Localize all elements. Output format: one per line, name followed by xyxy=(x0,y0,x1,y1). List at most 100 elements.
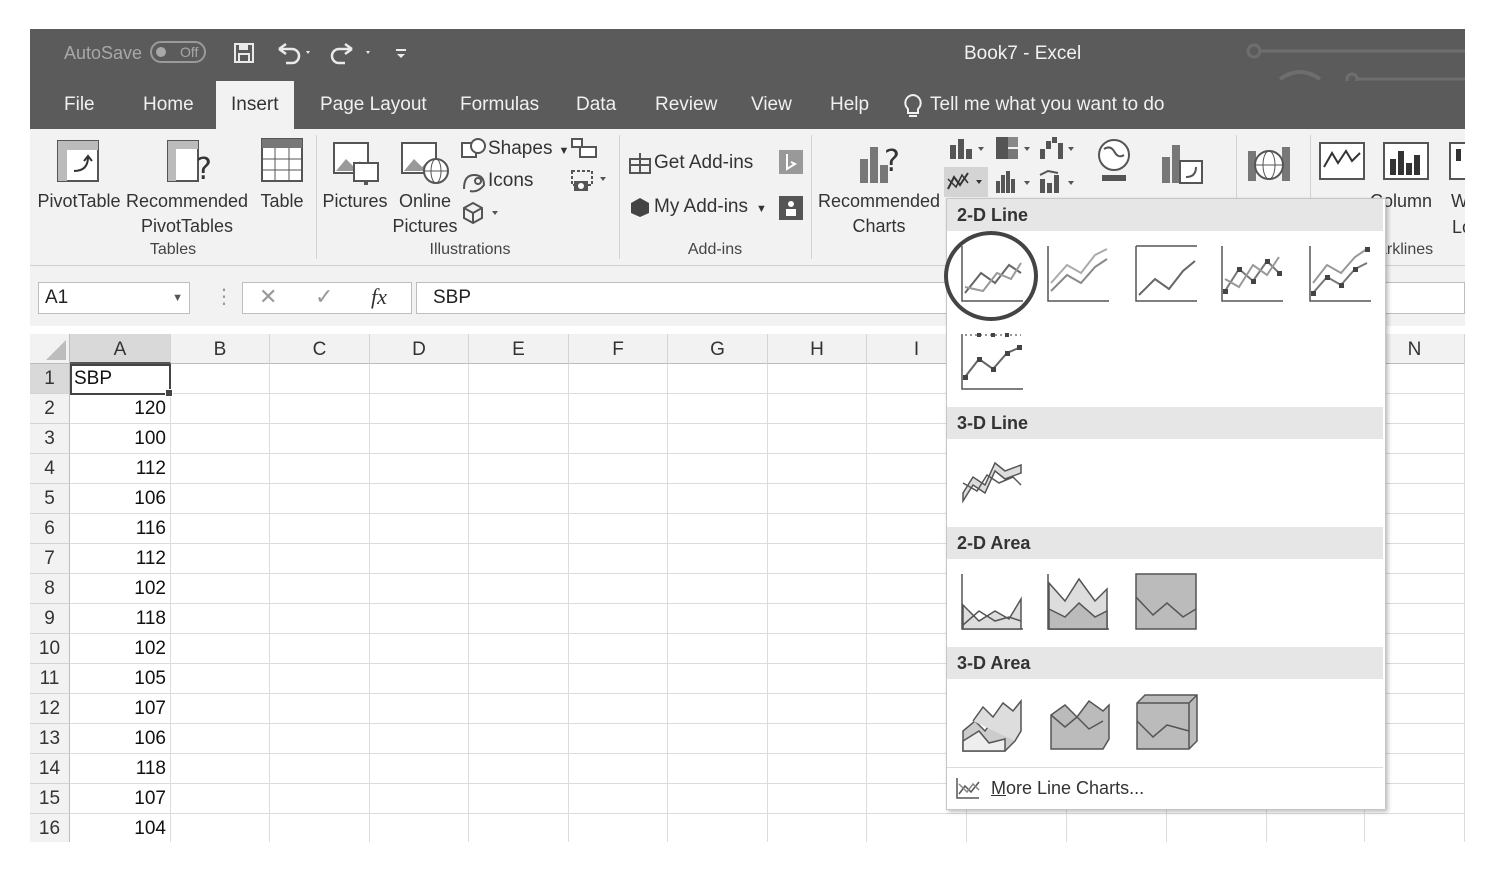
icons-button[interactable]: Icons xyxy=(488,169,533,193)
grid-cell[interactable] xyxy=(569,544,668,574)
row-header[interactable]: 15 xyxy=(30,784,70,814)
grid-cell[interactable] xyxy=(569,814,668,842)
grid-cell[interactable] xyxy=(1067,814,1167,842)
more-line-charts-button[interactable]: More Line Charts... xyxy=(947,767,1383,808)
grid-cell[interactable] xyxy=(270,694,370,724)
grid-cell[interactable] xyxy=(569,754,668,784)
pictures-button[interactable]: Pictures xyxy=(320,189,390,213)
grid-cell[interactable] xyxy=(171,364,270,394)
grid-cell[interactable] xyxy=(270,514,370,544)
grid-cell[interactable] xyxy=(1167,814,1267,842)
grid-cell[interactable] xyxy=(469,364,569,394)
grid-cell[interactable] xyxy=(668,814,768,842)
grid-cell[interactable] xyxy=(768,664,867,694)
row-header[interactable]: 6 xyxy=(30,514,70,544)
more-options-icon[interactable]: ⋮ xyxy=(214,284,234,309)
grid-cell[interactable] xyxy=(171,544,270,574)
chart-3d-100-stacked-area-icon[interactable] xyxy=(1133,691,1199,753)
customize-icon[interactable] xyxy=(394,41,408,67)
tab-file[interactable]: File xyxy=(62,81,97,129)
grid-cell[interactable] xyxy=(370,364,469,394)
grid-cell[interactable] xyxy=(270,394,370,424)
grid-cell[interactable]: 102 xyxy=(70,574,171,604)
sparkline-winloss-label-2[interactable]: Lo xyxy=(1452,215,1465,239)
tab-help[interactable]: Help xyxy=(828,81,871,129)
pivotchart-icon[interactable] xyxy=(1158,137,1206,192)
grid-cell[interactable] xyxy=(370,574,469,604)
row-header[interactable]: 4 xyxy=(30,454,70,484)
grid-cell[interactable] xyxy=(270,364,370,394)
grid-cell[interactable] xyxy=(370,514,469,544)
grid-cell[interactable] xyxy=(768,394,867,424)
grid-cell[interactable] xyxy=(469,724,569,754)
enter-icon[interactable]: ✓ xyxy=(315,284,333,310)
grid-cell[interactable] xyxy=(469,424,569,454)
row-header[interactable]: 2 xyxy=(30,394,70,424)
grid-cell[interactable] xyxy=(768,424,867,454)
3d-map-icon[interactable] xyxy=(1246,137,1292,192)
grid-cell[interactable] xyxy=(668,784,768,814)
grid-cell[interactable] xyxy=(668,514,768,544)
row-header[interactable]: 13 xyxy=(30,724,70,754)
grid-cell[interactable] xyxy=(569,424,668,454)
pivottable-button[interactable]: PivotTable xyxy=(36,189,122,213)
grid-cell[interactable]: 105 xyxy=(70,664,171,694)
grid-cell[interactable]: 118 xyxy=(70,754,171,784)
grid-cell[interactable] xyxy=(569,664,668,694)
chart-stacked-line-markers-icon[interactable] xyxy=(1307,243,1373,305)
grid-cell[interactable] xyxy=(469,454,569,484)
row-header[interactable]: 16 xyxy=(30,814,70,842)
grid-cell[interactable] xyxy=(469,574,569,604)
grid-cell[interactable] xyxy=(171,484,270,514)
column-chart-icon[interactable] xyxy=(948,135,990,166)
grid-cell[interactable] xyxy=(768,814,867,842)
grid-cell[interactable] xyxy=(370,424,469,454)
grid-cell[interactable] xyxy=(569,484,668,514)
grid-cell[interactable] xyxy=(967,814,1067,842)
grid-cell[interactable] xyxy=(768,784,867,814)
grid-cell[interactable] xyxy=(171,694,270,724)
select-all-button[interactable] xyxy=(30,334,70,364)
grid-cell[interactable] xyxy=(668,634,768,664)
shapes-button[interactable]: Shapes ▼ xyxy=(488,137,569,163)
grid-cell[interactable] xyxy=(370,784,469,814)
grid-cell[interactable] xyxy=(768,544,867,574)
grid-cell[interactable] xyxy=(270,724,370,754)
grid-cell[interactable] xyxy=(867,814,967,842)
column-header-h[interactable]: H xyxy=(768,334,867,364)
grid-cell[interactable]: 102 xyxy=(70,634,171,664)
grid-cell[interactable] xyxy=(569,364,668,394)
grid-cell[interactable] xyxy=(370,814,469,842)
maps-icon[interactable] xyxy=(1094,137,1134,192)
tab-review[interactable]: Review xyxy=(653,81,719,129)
my-addins-button[interactable]: My Add-ins ▼ xyxy=(654,195,767,221)
tab-home[interactable]: Home xyxy=(141,81,196,129)
grid-cell[interactable] xyxy=(768,754,867,784)
tell-me-search[interactable]: Tell me what you want to do xyxy=(928,81,1166,129)
chart-100-stacked-area-icon[interactable] xyxy=(1133,571,1199,633)
row-header[interactable]: 3 xyxy=(30,424,70,454)
grid-cell[interactable] xyxy=(270,574,370,604)
grid-cell[interactable] xyxy=(270,634,370,664)
grid-cell[interactable] xyxy=(370,484,469,514)
column-header-b[interactable]: B xyxy=(171,334,270,364)
grid-cell[interactable] xyxy=(569,604,668,634)
grid-cell[interactable]: 104 xyxy=(70,814,171,842)
grid-cell[interactable] xyxy=(171,634,270,664)
grid-cell[interactable] xyxy=(668,724,768,754)
grid-cell[interactable] xyxy=(569,634,668,664)
chart-100-stacked-line-icon[interactable] xyxy=(1133,243,1199,305)
grid-cell[interactable] xyxy=(469,604,569,634)
row-header[interactable]: 7 xyxy=(30,544,70,574)
chart-3d-line-icon[interactable] xyxy=(959,449,1025,511)
people-graph-icon[interactable] xyxy=(778,195,804,226)
chart-3d-area-icon[interactable] xyxy=(959,691,1025,753)
grid-cell[interactable] xyxy=(469,634,569,664)
grid-cell[interactable] xyxy=(768,514,867,544)
grid-cell[interactable] xyxy=(668,574,768,604)
grid-cell[interactable] xyxy=(569,724,668,754)
combo-chart-icon[interactable] xyxy=(1038,169,1080,200)
online-pictures-button[interactable]: Online Pictures xyxy=(390,189,460,238)
grid-cell[interactable] xyxy=(1365,814,1465,842)
waterfall-chart-icon[interactable] xyxy=(1038,135,1080,166)
